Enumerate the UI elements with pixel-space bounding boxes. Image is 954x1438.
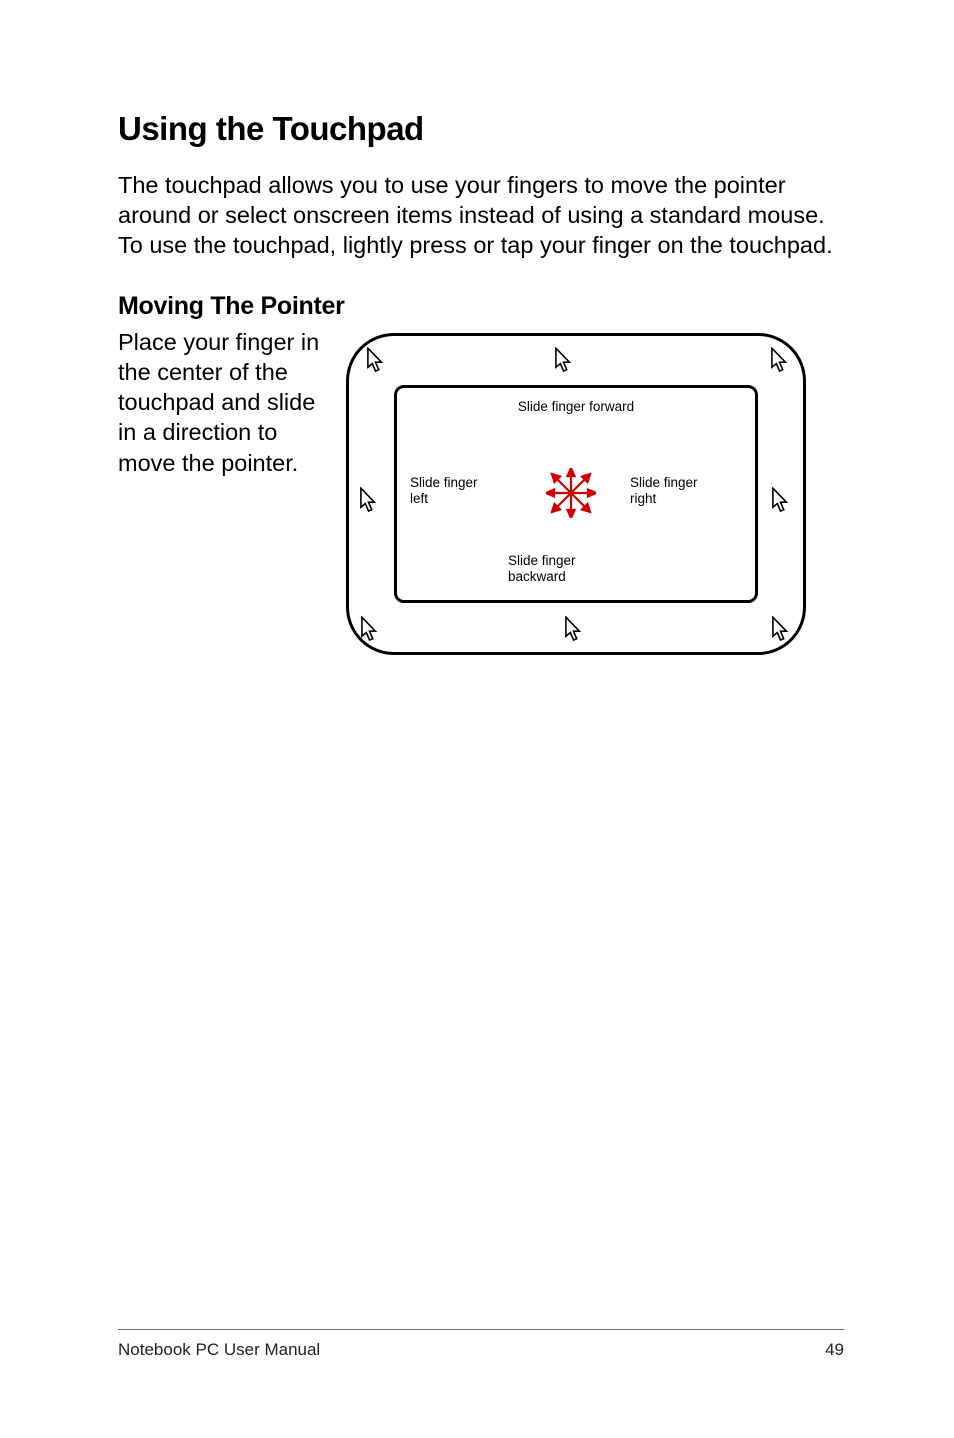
diagram-label-backward: Slide finger backward (508, 553, 628, 585)
footer-manual-title: Notebook PC User Manual (118, 1340, 320, 1360)
touchpad-diagram: Slide finger forward Slide finger left S… (346, 333, 806, 655)
cursor-icon (554, 347, 575, 374)
direction-star-icon (546, 468, 596, 518)
cursor-icon (771, 487, 792, 514)
intro-paragraph: The touchpad allows you to use your fing… (118, 170, 844, 260)
cursor-icon (771, 616, 792, 643)
cursor-icon (359, 487, 380, 514)
cursor-icon (360, 616, 381, 643)
cursor-icon (366, 347, 387, 374)
cursor-icon (770, 347, 791, 374)
page-title: Using the Touchpad (118, 110, 844, 148)
diagram-label-left: Slide finger left (410, 475, 490, 507)
cursor-icon (564, 616, 585, 643)
section-body: Place your finger in the center of the t… (118, 327, 328, 477)
diagram-label-right: Slide finger right (630, 475, 710, 507)
diagram-label-forward: Slide finger forward (346, 399, 806, 415)
footer-page-number: 49 (825, 1340, 844, 1360)
section-heading: Moving The Pointer (118, 292, 844, 321)
